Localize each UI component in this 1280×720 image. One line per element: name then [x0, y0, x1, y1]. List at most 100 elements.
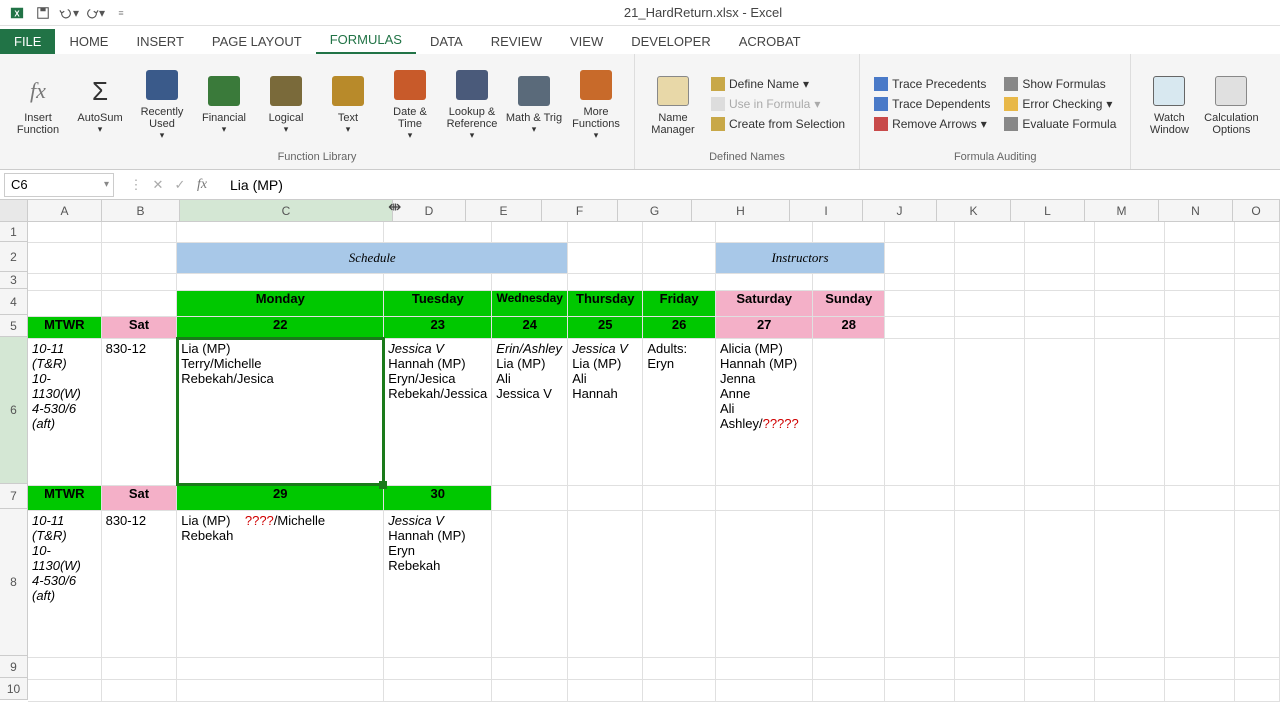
- cell[interactable]: [177, 222, 384, 242]
- row-header-6[interactable]: 6: [0, 337, 28, 484]
- cell[interactable]: [1095, 485, 1165, 510]
- watch-window-button[interactable]: Watch Window: [1139, 65, 1199, 143]
- cell[interactable]: [1165, 273, 1235, 290]
- remove-arrows-button[interactable]: Remove Arrows ▾: [868, 115, 996, 133]
- cell[interactable]: [1165, 657, 1235, 679]
- evaluate-formula-button[interactable]: Evaluate Formula: [998, 115, 1122, 133]
- cell[interactable]: [955, 338, 1025, 485]
- tab-developer[interactable]: DEVELOPER: [617, 29, 724, 54]
- cell[interactable]: [1165, 338, 1235, 485]
- day-sunday[interactable]: Sunday: [813, 290, 885, 316]
- cell[interactable]: [955, 510, 1025, 657]
- fx-icon[interactable]: fx: [192, 175, 212, 195]
- cell[interactable]: [28, 290, 101, 316]
- cell[interactable]: [492, 510, 568, 657]
- row-header-9[interactable]: 9: [0, 656, 28, 678]
- col-header-K[interactable]: K: [937, 200, 1011, 222]
- redo-icon[interactable]: ▾: [84, 2, 106, 24]
- col-header-D[interactable]: D: [393, 200, 466, 222]
- cell[interactable]: [1095, 273, 1165, 290]
- insert-function-button[interactable]: fxInsert Function: [8, 65, 68, 143]
- tab-page-layout[interactable]: PAGE LAYOUT: [198, 29, 316, 54]
- cell[interactable]: [643, 485, 716, 510]
- cell[interactable]: [1025, 316, 1095, 338]
- cell[interactable]: [28, 242, 101, 273]
- name-manager-button[interactable]: Name Manager: [643, 65, 703, 143]
- instructors-header[interactable]: Instructors: [715, 242, 884, 273]
- cell[interactable]: [28, 273, 101, 290]
- cell[interactable]: [568, 510, 643, 657]
- col-header-O[interactable]: O: [1233, 200, 1280, 222]
- logical-button[interactable]: Logical▾: [256, 65, 316, 143]
- cell[interactable]: [1025, 510, 1095, 657]
- cell[interactable]: [28, 222, 101, 242]
- cell[interactable]: [101, 679, 177, 701]
- cell[interactable]: [813, 222, 885, 242]
- cell[interactable]: [492, 657, 568, 679]
- tab-acrobat[interactable]: ACROBAT: [725, 29, 815, 54]
- cell-h6[interactable]: Alicia (MP) Hannah (MP) Jenna Anne Ali A…: [715, 338, 812, 485]
- cell[interactable]: [813, 679, 885, 701]
- cell-a8[interactable]: 10-11 (T&R) 10-1130(W) 4-530/6 (aft): [28, 510, 101, 657]
- lookup-button[interactable]: Lookup & Reference▾: [442, 65, 502, 143]
- cell[interactable]: [492, 273, 568, 290]
- cell[interactable]: [1025, 657, 1095, 679]
- cell[interactable]: [1235, 316, 1280, 338]
- more-functions-button[interactable]: More Functions▾: [566, 65, 626, 143]
- cell[interactable]: [384, 273, 492, 290]
- cell[interactable]: [885, 242, 955, 273]
- cell[interactable]: [813, 657, 885, 679]
- formula-grip-icon[interactable]: ⋮: [126, 175, 146, 195]
- cell[interactable]: [1165, 485, 1235, 510]
- cell-h5[interactable]: 27: [715, 316, 812, 338]
- col-header-H[interactable]: H: [692, 200, 790, 222]
- cell[interactable]: [568, 222, 643, 242]
- cell[interactable]: [1095, 316, 1165, 338]
- show-formulas-button[interactable]: Show Formulas: [998, 75, 1122, 93]
- day-friday[interactable]: Friday: [643, 290, 716, 316]
- cell[interactable]: [568, 657, 643, 679]
- cell[interactable]: [885, 222, 955, 242]
- cell[interactable]: [885, 338, 955, 485]
- use-in-formula-button[interactable]: Use in Formula ▾: [705, 95, 851, 113]
- cell[interactable]: [1235, 242, 1280, 273]
- select-all-corner[interactable]: [0, 200, 28, 222]
- col-header-L[interactable]: L: [1011, 200, 1085, 222]
- col-header-I[interactable]: I: [790, 200, 863, 222]
- cell-d8[interactable]: Jessica V Hannah (MP) Eryn Rebekah: [384, 510, 492, 657]
- cell-c7[interactable]: 29: [177, 485, 384, 510]
- cell[interactable]: [1235, 657, 1280, 679]
- cell[interactable]: [1025, 485, 1095, 510]
- cell[interactable]: [955, 485, 1025, 510]
- cell[interactable]: [1025, 290, 1095, 316]
- name-box[interactable]: C6: [4, 173, 114, 197]
- row-header-3[interactable]: 3: [0, 272, 28, 289]
- cell[interactable]: [1025, 242, 1095, 273]
- cell[interactable]: [715, 273, 812, 290]
- cell[interactable]: [885, 485, 955, 510]
- cell[interactable]: [813, 485, 885, 510]
- row-header-10[interactable]: 10: [0, 678, 28, 700]
- cell[interactable]: [1235, 290, 1280, 316]
- cell-d7[interactable]: 30: [384, 485, 492, 510]
- cell[interactable]: [955, 242, 1025, 273]
- cell[interactable]: [643, 242, 716, 273]
- cell[interactable]: [813, 338, 885, 485]
- math-trig-button[interactable]: Math & Trig▾: [504, 65, 564, 143]
- tab-insert[interactable]: INSERT: [122, 29, 197, 54]
- create-from-selection-button[interactable]: Create from Selection: [705, 115, 851, 133]
- cell[interactable]: [568, 485, 643, 510]
- cell-g5[interactable]: 26: [643, 316, 716, 338]
- cell[interactable]: [1165, 222, 1235, 242]
- cell-b7[interactable]: Sat: [101, 485, 177, 510]
- cell[interactable]: [643, 510, 716, 657]
- cell[interactable]: [101, 242, 177, 273]
- cell[interactable]: [1165, 316, 1235, 338]
- error-checking-button[interactable]: Error Checking ▾: [998, 95, 1122, 113]
- schedule-header[interactable]: Schedule: [177, 242, 568, 273]
- row-header-7[interactable]: 7: [0, 484, 28, 509]
- cell[interactable]: [568, 273, 643, 290]
- tab-data[interactable]: DATA: [416, 29, 477, 54]
- col-header-E[interactable]: E: [466, 200, 542, 222]
- cell[interactable]: [1025, 222, 1095, 242]
